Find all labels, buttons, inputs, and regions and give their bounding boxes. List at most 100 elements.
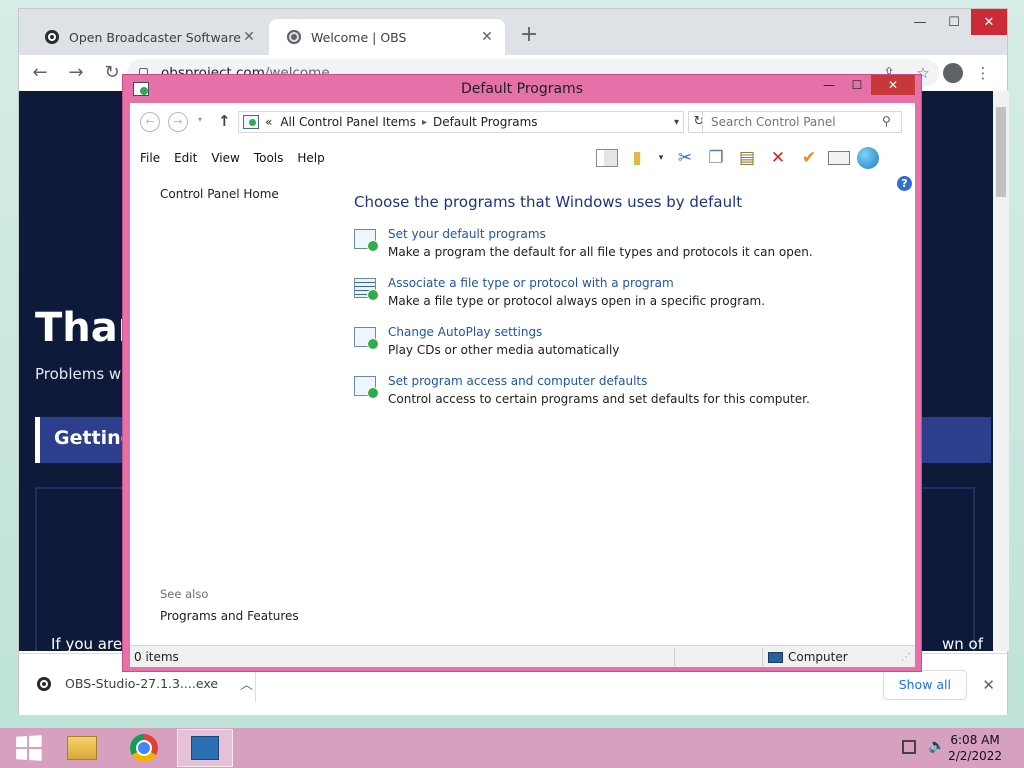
search-input[interactable] bbox=[702, 111, 902, 133]
forward-button[interactable]: → bbox=[168, 112, 188, 132]
list-item: Change AutoPlay settings Play CDs or oth… bbox=[354, 325, 894, 374]
set-default-programs-link[interactable]: Set your default programs bbox=[388, 227, 894, 241]
breadcrumb-chevron-icon[interactable]: ▸ bbox=[422, 117, 427, 128]
chevron-up-icon[interactable]: ︿ bbox=[240, 674, 253, 693]
windows-logo-icon bbox=[16, 735, 42, 761]
obs-favicon-icon bbox=[45, 30, 59, 44]
back-button[interactable]: ← bbox=[140, 112, 160, 132]
tab-welcome[interactable]: Welcome | OBS ✕ bbox=[269, 19, 505, 55]
status-divider bbox=[674, 648, 675, 666]
address-dropdown-icon[interactable]: ▾ bbox=[674, 117, 679, 128]
default-programs-window: Default Programs — ☐ ✕ ← → ▾ ↑ « All Con… bbox=[122, 74, 922, 672]
copy-icon[interactable]: ❐ bbox=[704, 146, 728, 170]
breadcrumb-current[interactable]: Default Programs bbox=[433, 115, 538, 129]
network-icon[interactable] bbox=[902, 740, 916, 754]
item-description: Make a file type or protocol always open… bbox=[388, 294, 766, 308]
tab-close-icon[interactable]: ✕ bbox=[241, 29, 257, 45]
tab-obs-home[interactable]: Open Broadcaster Software | OBS ✕ bbox=[27, 19, 267, 55]
window-controls: — ☐ ✕ bbox=[815, 75, 915, 95]
chrome-tab-strip: Open Broadcaster Software | OBS ✕ Welcom… bbox=[19, 9, 1007, 55]
properties-icon[interactable] bbox=[828, 151, 850, 165]
taskbar-control-panel[interactable] bbox=[177, 729, 233, 767]
forward-button[interactable]: → bbox=[61, 58, 91, 88]
navigation-bar: ← → ▾ ↑ « All Control Panel Items ▸ Defa… bbox=[130, 103, 915, 143]
control-panel-icon bbox=[243, 115, 259, 129]
folder-options-icon[interactable]: ▮ bbox=[625, 146, 649, 170]
change-autoplay-link[interactable]: Change AutoPlay settings bbox=[388, 325, 894, 339]
taskbar-clock[interactable]: 6:08 AM 2/2/2022 bbox=[948, 732, 1002, 764]
programs-and-features-link[interactable]: Programs and Features bbox=[160, 609, 299, 623]
delete-icon[interactable]: ✕ bbox=[766, 146, 790, 170]
chevron-down-icon[interactable]: ▾ bbox=[656, 146, 666, 170]
taskbar: 🔈 6:08 AM 2/2/2022 bbox=[0, 728, 1024, 768]
cut-icon[interactable]: ✂ bbox=[673, 146, 697, 170]
menu-file[interactable]: File bbox=[140, 151, 160, 165]
close-button[interactable]: ✕ bbox=[971, 9, 1007, 35]
up-arrow-icon[interactable]: ↑ bbox=[218, 112, 231, 130]
taskbar-chrome[interactable] bbox=[116, 729, 172, 767]
menu-help[interactable]: Help bbox=[297, 151, 324, 165]
associate-file-type-link[interactable]: Associate a file type or protocol with a… bbox=[388, 276, 894, 290]
paste-icon[interactable]: ▤ bbox=[735, 146, 759, 170]
chrome-window-controls: — ☐ ✕ bbox=[903, 9, 1007, 37]
maximize-button[interactable]: ☐ bbox=[937, 9, 971, 35]
item-description: Make a program the default for all file … bbox=[388, 245, 813, 259]
list-item: Set your default programs Make a program… bbox=[354, 227, 894, 276]
tab-close-icon[interactable]: ✕ bbox=[479, 29, 495, 45]
command-toolbar: ▮ ▾ ✂ ❐ ▤ ✕ ✔ bbox=[596, 146, 879, 170]
volume-muted-icon[interactable]: 🔈 bbox=[928, 738, 945, 754]
show-all-button[interactable]: Show all bbox=[882, 670, 967, 700]
page-footer-text-right: wn of bbox=[941, 635, 983, 651]
list-item: Associate a file type or protocol with a… bbox=[354, 276, 894, 325]
menu-view[interactable]: View bbox=[211, 151, 239, 165]
breadcrumb-overflow[interactable]: « bbox=[265, 115, 272, 129]
new-tab-button[interactable]: + bbox=[516, 23, 542, 49]
page-subtext: Problems wi bbox=[35, 365, 126, 383]
start-button[interactable] bbox=[0, 729, 56, 767]
page-title: Choose the programs that Windows uses by… bbox=[354, 193, 743, 211]
clock-time: 6:08 AM bbox=[950, 733, 1000, 747]
download-bar-close-icon[interactable]: ✕ bbox=[982, 676, 995, 694]
obs-file-icon bbox=[37, 676, 51, 691]
tab-title: Open Broadcaster Software | OBS bbox=[69, 29, 241, 45]
preview-pane-icon[interactable] bbox=[596, 149, 618, 167]
control-panel-icon bbox=[191, 736, 219, 760]
minimize-button[interactable]: — bbox=[815, 75, 843, 95]
control-panel-home-link[interactable]: Control Panel Home bbox=[160, 187, 279, 201]
globe-icon[interactable] bbox=[857, 147, 879, 169]
item-description: Play CDs or other media automatically bbox=[388, 343, 620, 357]
window-titlebar[interactable]: Default Programs — ☐ ✕ bbox=[123, 75, 921, 103]
back-button[interactable]: ← bbox=[25, 58, 55, 88]
check-icon[interactable]: ✔ bbox=[797, 146, 821, 170]
recent-locations-dropdown[interactable]: ▾ bbox=[198, 115, 202, 124]
scrollbar-thumb[interactable] bbox=[996, 107, 1006, 197]
menu-tools[interactable]: Tools bbox=[254, 151, 284, 165]
breadcrumb-all-items[interactable]: All Control Panel Items bbox=[280, 115, 416, 129]
download-item[interactable]: OBS-Studio-27.1.3....exe ︿ bbox=[37, 674, 253, 693]
page-scrollbar[interactable] bbox=[993, 91, 1009, 651]
help-icon[interactable]: ? bbox=[897, 176, 912, 191]
globe-favicon-icon bbox=[287, 30, 301, 44]
maximize-button[interactable]: ☐ bbox=[843, 75, 871, 95]
minimize-button[interactable]: — bbox=[903, 9, 937, 35]
page-footer-text-left: If you are bbox=[51, 635, 123, 651]
clock-date: 2/2/2022 bbox=[948, 749, 1002, 763]
address-breadcrumb[interactable]: « All Control Panel Items ▸ Default Prog… bbox=[238, 111, 684, 133]
search-icon[interactable]: ⚲ bbox=[882, 114, 891, 128]
menu-bar: File Edit View Tools Help bbox=[140, 151, 325, 165]
file-explorer-icon bbox=[67, 736, 97, 760]
computer-icon bbox=[768, 651, 783, 663]
chrome-menu-icon[interactable]: ⋮ bbox=[969, 59, 997, 87]
taskbar-file-explorer[interactable] bbox=[54, 729, 110, 767]
item-count: 0 items bbox=[134, 650, 179, 664]
default-programs-icon bbox=[354, 229, 379, 252]
window-title: Default Programs bbox=[461, 81, 583, 97]
program-access-defaults-link[interactable]: Set program access and computer defaults bbox=[388, 374, 894, 388]
close-button[interactable]: ✕ bbox=[871, 75, 915, 95]
profile-avatar-icon[interactable] bbox=[943, 63, 963, 83]
resize-grip-icon[interactable]: ⋰ bbox=[901, 652, 911, 663]
menu-edit[interactable]: Edit bbox=[174, 151, 197, 165]
chrome-icon bbox=[130, 734, 158, 762]
main-content: Choose the programs that Windows uses by… bbox=[354, 193, 894, 423]
tab-title: Welcome | OBS bbox=[311, 29, 407, 45]
